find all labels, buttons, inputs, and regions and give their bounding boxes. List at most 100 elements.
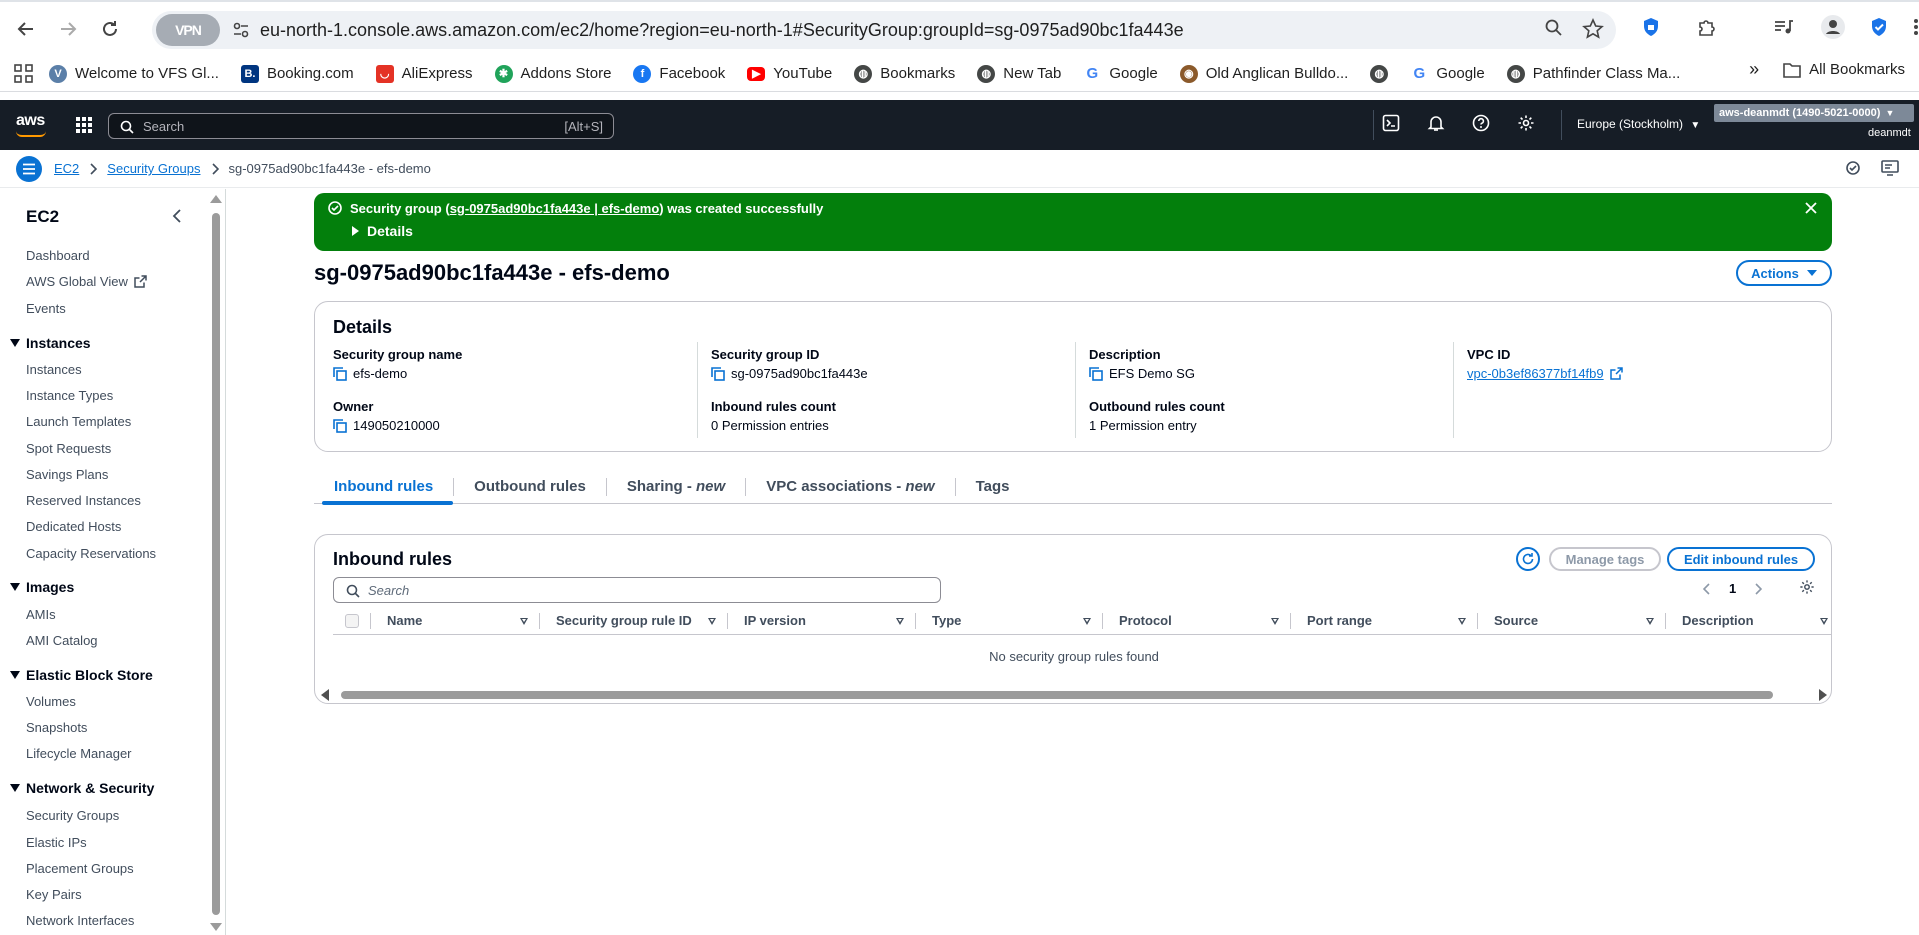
sidebar-item-instances[interactable]: Instances [26,362,82,377]
bookmark-new-tab[interactable]: ◍ New Tab [966,59,1072,89]
column-header-port-range[interactable]: Port range [1291,607,1478,635]
status-circle-icon[interactable] [1845,160,1861,176]
sidebar-section-instances[interactable]: Instances [10,335,91,351]
chevron-right-icon[interactable] [1754,582,1763,595]
sidebar-item-amis[interactable]: AMIs [26,607,56,622]
column-header-protocol[interactable]: Protocol [1103,607,1291,635]
sidebar-item-security-groups[interactable]: Security Groups [26,808,119,823]
bookmark-addons[interactable]: ✱ Addons Store [484,59,623,89]
rules-search-input[interactable]: Search [333,577,941,603]
vpc-link[interactable]: vpc-0b3ef86377bf14fb9 [1467,366,1604,381]
more-bookmarks-chevron-icon[interactable]: » [1749,59,1759,80]
sidebar-item-ami-catalog[interactable]: AMI Catalog [26,633,98,648]
tab-sharing[interactable]: Sharing - new [607,470,745,504]
help-icon[interactable] [1472,114,1490,132]
sidebar-item-spot-requests[interactable]: Spot Requests [26,441,111,456]
services-grid-icon[interactable] [76,117,92,133]
bookmark-google-2[interactable]: G Google [1399,59,1495,89]
chevron-left-icon[interactable] [1703,582,1711,595]
sidebar-item-capacity-reservations[interactable]: Capacity Reservations [26,546,156,561]
flash-details-toggle[interactable]: Details [352,223,413,239]
column-header-ip-version[interactable]: IP version [728,607,916,635]
copy-icon[interactable] [1089,366,1103,381]
column-header-type[interactable]: Type [916,607,1103,635]
sidebar-item-instance-types[interactable]: Instance Types [26,388,113,403]
aws-search-input[interactable]: Search [Alt+S] [108,113,614,139]
tab-tags[interactable]: Tags [956,470,1030,504]
sidebar-section-elastic-block-store[interactable]: Elastic Block Store [10,667,153,683]
actions-button[interactable]: Actions [1736,260,1832,286]
scroll-left-arrow-icon[interactable] [321,689,329,701]
bookmark-google[interactable]: G Google [1072,59,1168,89]
bookmark-facebook[interactable]: f Facebook [622,59,736,89]
scroll-up-arrow-icon[interactable] [210,195,222,203]
reload-icon[interactable] [92,11,128,47]
bookmark-globe[interactable]: ◍ [1359,59,1399,89]
close-icon[interactable] [1804,201,1818,215]
copy-icon[interactable] [333,418,347,433]
tab-vpc-associations[interactable]: VPC associations - new [746,470,954,504]
sidebar-item-placement-groups[interactable]: Placement Groups [26,861,134,876]
profile-avatar-icon[interactable] [1820,14,1846,40]
browser-menu-kebab-icon[interactable] [1912,16,1919,38]
cloudshell-icon[interactable] [1382,114,1400,132]
vpn-badge[interactable]: VPN [156,14,220,46]
forward-arrow-icon[interactable] [50,11,86,47]
manage-tags-button[interactable]: Manage tags [1549,547,1661,571]
copy-icon[interactable] [333,366,347,381]
notifications-bell-icon[interactable] [1427,114,1445,132]
bookmark-bookmarks[interactable]: ◍ Bookmarks [843,59,966,89]
defender-shield-icon[interactable] [1868,16,1890,38]
bookmark-aliexpress[interactable]: ◡ AliExpress [365,59,484,89]
side-nav-toggle-icon[interactable] [16,156,42,182]
collapse-chevron-left-icon[interactable] [172,209,182,223]
sidebar-item-volumes[interactable]: Volumes [26,694,76,709]
bookmark-pathfinder[interactable]: ◍ Pathfinder Class Ma... [1496,59,1692,89]
feedback-screen-icon[interactable] [1881,160,1899,176]
address-bar[interactable]: VPN eu-north-1.console.aws.amazon.com/ec… [152,11,1616,49]
tab-inbound-rules[interactable]: Inbound rules [314,470,454,505]
select-all-checkbox[interactable] [345,613,359,628]
sidebar-section-network-security[interactable]: Network & Security [10,780,154,796]
media-controls-icon[interactable] [1772,16,1794,38]
sidebar-item-events[interactable]: Events [26,301,66,316]
apps-grid-icon[interactable] [0,63,33,84]
column-header-name[interactable]: Name [371,607,540,635]
sidebar-item-dashboard[interactable]: Dashboard [26,248,90,263]
bookmark-booking[interactable]: B. Booking.com [230,59,365,89]
url-text[interactable]: eu-north-1.console.aws.amazon.com/ec2/ho… [260,20,1184,41]
account-menu[interactable]: aws-deanmdt (1490-5021-0000) ▼ [1714,104,1914,122]
aws-logo[interactable]: aws [16,112,45,130]
sidebar-scrollbar[interactable] [212,213,220,915]
scroll-down-arrow-icon[interactable] [210,923,222,931]
sidebar-item-aws-global-view[interactable]: AWS Global View [26,274,147,289]
shield-lock-icon[interactable] [1640,16,1662,38]
site-settings-icon[interactable] [232,21,250,39]
bookmark-youtube[interactable]: ▶ YouTube [736,59,843,89]
column-header-description[interactable]: Description [1666,607,1828,635]
region-selector[interactable]: Europe (Stockholm) ▼ [1577,117,1700,131]
breadcrumb-ec2[interactable]: EC2 [54,161,79,176]
sidebar-item-key-pairs[interactable]: Key Pairs [26,887,82,902]
scroll-right-arrow-icon[interactable] [1819,689,1827,701]
horizontal-scroll-thumb[interactable] [341,691,1773,699]
flash-sg-link[interactable]: sg-0975ad90bc1fa443e | efs-demo [450,201,660,216]
table-preferences-gear-icon[interactable] [1799,579,1815,595]
breadcrumb-security-groups[interactable]: Security Groups [107,161,200,176]
zoom-icon[interactable] [1544,18,1564,40]
sidebar-item-lifecycle-manager[interactable]: Lifecycle Manager [26,746,132,761]
all-bookmarks-button[interactable]: All Bookmarks [1783,61,1905,78]
sidebar-item-dedicated-hosts[interactable]: Dedicated Hosts [26,519,121,534]
extensions-puzzle-icon[interactable] [1696,16,1718,38]
sidebar-item-reserved-instances[interactable]: Reserved Instances [26,493,141,508]
column-header-rule-id[interactable]: Security group rule ID [540,607,728,635]
back-arrow-icon[interactable] [8,11,44,47]
sidebar-item-snapshots[interactable]: Snapshots [26,720,87,735]
column-header-source[interactable]: Source [1478,607,1666,635]
bookmark-old-anglican[interactable]: ◉ Old Anglican Bulldo... [1169,59,1360,89]
horizontal-scrollbar[interactable] [321,689,1827,701]
side-nav-title[interactable]: EC2 [26,207,59,227]
bookmark-vfs[interactable]: V Welcome to VFS Gl... [38,59,230,89]
copy-icon[interactable] [711,366,725,381]
sidebar-item-elastic-ips[interactable]: Elastic IPs [26,835,87,850]
